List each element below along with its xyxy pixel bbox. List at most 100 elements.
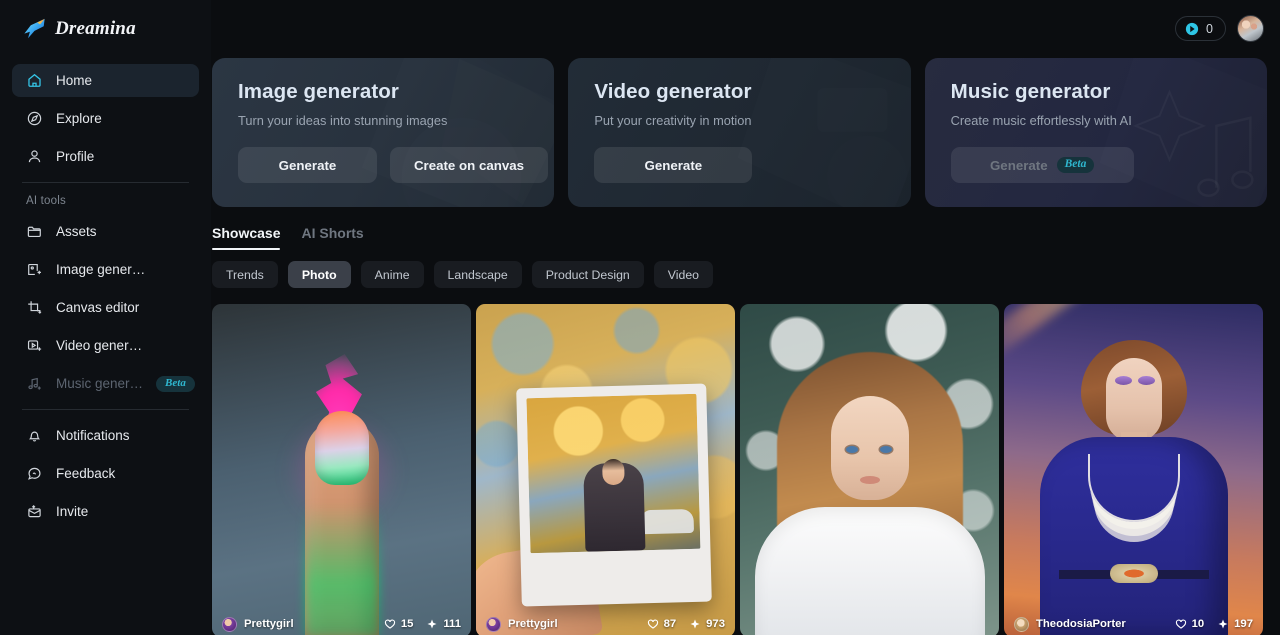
nav-tools: Assets Image gener… Canvas editor Video …: [12, 215, 199, 400]
author-avatar[interactable]: [486, 616, 501, 632]
chat-icon: [28, 467, 41, 480]
use-stat[interactable]: 111: [426, 618, 461, 630]
use-stat[interactable]: 973: [689, 618, 725, 630]
author-name[interactable]: Prettygirl: [508, 618, 558, 630]
hero-image-buttons: Generate Create on canvas: [238, 147, 554, 183]
sidebar-item-invite-label: Invite: [56, 504, 89, 519]
sidebar-item-feedback-label: Feedback: [56, 466, 116, 481]
nav-primary: Home Explore Profile: [12, 57, 199, 173]
like-stat[interactable]: 10: [1175, 618, 1204, 630]
use-count: 111: [443, 618, 461, 630]
chip-video[interactable]: Video: [653, 261, 714, 288]
showcase-gallery: Prettygirl 15 111 Prettygirl 87 973 Theo…: [211, 288, 1267, 635]
image-plus-icon: [28, 263, 41, 276]
like-count: 15: [400, 618, 414, 630]
compass-icon: [27, 111, 42, 126]
sidebar-item-notifications[interactable]: Notifications: [12, 419, 199, 452]
card-stats: 15 111: [384, 618, 461, 630]
video-generate-button[interactable]: Generate: [594, 147, 753, 183]
sidebar-item-invite[interactable]: Invite: [12, 495, 199, 528]
video-plus-icon: [27, 340, 42, 351]
sidebar-item-assets[interactable]: Assets: [12, 215, 199, 248]
heart-icon: [647, 619, 658, 629]
card-stats: 87 973: [647, 618, 725, 630]
author-name[interactable]: Prettygirl: [244, 618, 294, 630]
hero-card-image-generator[interactable]: Image generator Turn your ideas into stu…: [212, 58, 555, 207]
chip-landscape[interactable]: Landscape: [433, 261, 522, 288]
hero-video-subtitle: Put your creativity in motion: [594, 113, 752, 128]
hero-card-video-generator[interactable]: Video generator Put your creativity in m…: [568, 58, 911, 207]
hero-video-title: Video generator: [594, 80, 752, 103]
sidebar-divider-top: [22, 182, 189, 183]
gallery-card[interactable]: [740, 304, 999, 635]
app-root: Dreamina Home Explore Profile AI tools A…: [0, 0, 1280, 635]
music-plus-icon: [28, 377, 41, 390]
gallery-card-footer: Prettygirl 87 973: [476, 611, 735, 635]
sidebar-item-music-generator[interactable]: Music gener… Beta: [12, 367, 199, 400]
like-count: 87: [663, 618, 677, 630]
create-on-canvas-button[interactable]: Create on canvas: [390, 147, 548, 183]
home-icon: [28, 73, 41, 87]
main-area: 0 Image generator Turn your ideas into s…: [211, 0, 1280, 635]
music-generate-button[interactable]: Generate Beta: [950, 147, 1134, 183]
image-generate-button[interactable]: Generate: [238, 147, 377, 183]
sidebar-item-profile[interactable]: Profile: [12, 140, 199, 173]
tab-showcase[interactable]: Showcase: [212, 225, 281, 250]
artwork-snow-portrait: [740, 304, 999, 635]
card-stats: 10 197: [1175, 618, 1253, 630]
content-tabs: Showcase AI Shorts: [211, 207, 1267, 250]
use-stat[interactable]: 197: [1217, 618, 1253, 630]
author-avatar[interactable]: [1014, 616, 1029, 632]
sidebar-item-feedback[interactable]: Feedback: [12, 457, 199, 490]
sidebar-item-canvas-editor[interactable]: Canvas editor: [12, 291, 199, 324]
tab-ai-shorts[interactable]: AI Shorts: [301, 225, 363, 250]
sidebar-item-image-generator-label: Image gener…: [56, 262, 146, 277]
sidebar-item-home-label: Home: [56, 73, 93, 88]
artwork-blue-dress-rainbow: [1004, 304, 1263, 635]
sidebar: Dreamina Home Explore Profile AI tools A…: [0, 0, 211, 635]
hero-card-music-generator[interactable]: Music generator Create music effortlessl…: [924, 58, 1267, 207]
sidebar-item-home[interactable]: Home: [12, 64, 199, 97]
music-beta-badge: Beta: [156, 375, 195, 392]
chip-photo[interactable]: Photo: [287, 261, 351, 288]
content-scroll: Image generator Turn your ideas into stu…: [211, 57, 1280, 635]
topbar: 0: [211, 0, 1280, 57]
music-generate-beta-badge: Beta: [1056, 156, 1095, 174]
sidebar-item-video-generator[interactable]: Video gener…: [12, 329, 199, 362]
sidebar-item-profile-label: Profile: [56, 149, 95, 164]
chip-trends[interactable]: Trends: [212, 261, 278, 288]
gallery-card[interactable]: TheodosiaPorter 10 197: [1004, 304, 1263, 635]
person-icon: [28, 150, 41, 163]
use-count: 973: [706, 618, 725, 630]
brand[interactable]: Dreamina: [12, 0, 199, 57]
canvas-crop-icon: [28, 301, 42, 314]
coin-icon: [1185, 22, 1199, 35]
filter-chip-row: Trends Photo Anime Landscape Product Des…: [211, 250, 1267, 288]
like-stat[interactable]: 87: [647, 618, 677, 630]
gallery-card[interactable]: Prettygirl 15 111: [212, 304, 471, 635]
sparkle-icon: [690, 619, 700, 629]
invite-icon: [28, 505, 41, 518]
hero-image-title: Image generator: [238, 80, 399, 103]
like-stat[interactable]: 15: [384, 618, 414, 630]
credits-count: 0: [1206, 21, 1213, 36]
sidebar-section-ai-tools: AI tools: [26, 195, 66, 207]
chip-anime[interactable]: Anime: [360, 261, 424, 288]
music-generate-label: Generate: [989, 157, 1048, 173]
sidebar-item-video-generator-label: Video gener…: [56, 338, 143, 353]
dreamina-arrow-logo-icon: [24, 18, 45, 38]
gallery-card[interactable]: Prettygirl 87 973: [476, 304, 735, 635]
sidebar-item-image-generator[interactable]: Image gener…: [12, 253, 199, 286]
sidebar-item-explore[interactable]: Explore: [12, 102, 199, 135]
sidebar-item-notifications-label: Notifications: [56, 428, 130, 443]
user-avatar[interactable]: [1237, 15, 1264, 42]
chip-product-design[interactable]: Product Design: [531, 261, 644, 288]
credits-pill[interactable]: 0: [1175, 16, 1226, 41]
nav-footer: Notifications Feedback Invite: [12, 419, 199, 528]
bell-icon: [28, 431, 41, 442]
hero-video-buttons: Generate: [594, 147, 910, 183]
author-avatar[interactable]: [222, 616, 237, 632]
author-name[interactable]: TheodosiaPorter: [1036, 618, 1126, 630]
use-count: 197: [1234, 618, 1253, 630]
gallery-card-footer: TheodosiaPorter 10 197: [1004, 611, 1263, 635]
